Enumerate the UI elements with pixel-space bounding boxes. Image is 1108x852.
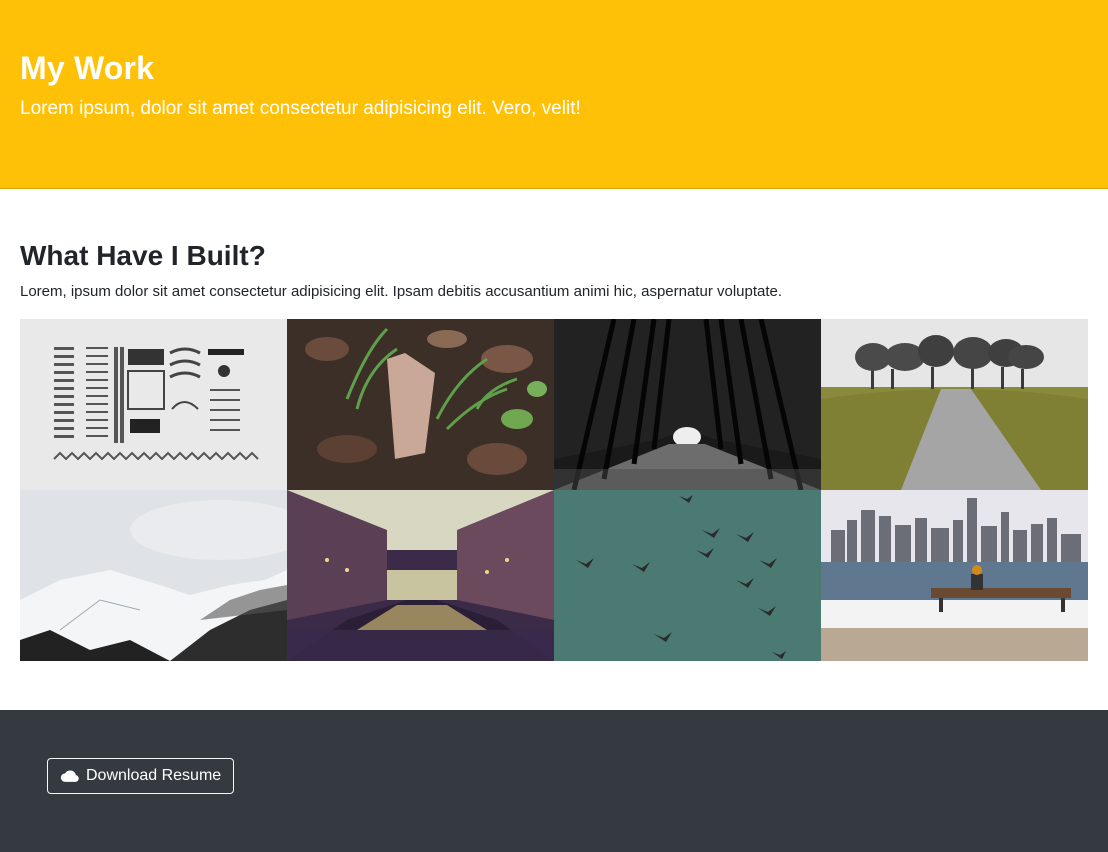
download-resume-label: Download Resume: [86, 767, 222, 784]
gallery-image-birds[interactable]: [554, 490, 821, 661]
hero-subtitle: Lorem ipsum, dolor sit amet consectetur …: [20, 98, 581, 119]
gallery-image-leaves-grass[interactable]: [287, 319, 554, 490]
portfolio-gallery: [20, 319, 1088, 661]
gallery-image-tree-tunnel[interactable]: [554, 319, 821, 490]
gallery-image-typewriter-parts[interactable]: [20, 319, 287, 490]
hero-banner: My Work Lorem ipsum, dolor sit amet cons…: [0, 0, 1108, 189]
page-title: My Work: [20, 50, 155, 86]
section-title: What Have I Built?: [20, 240, 266, 271]
gallery-image-path-trees[interactable]: [821, 319, 1088, 490]
cloud-icon: [60, 770, 79, 782]
gallery-image-snowy-mountains[interactable]: [20, 490, 287, 661]
gallery-image-city-bench[interactable]: [821, 490, 1088, 661]
download-resume-button[interactable]: Download Resume: [47, 758, 235, 794]
section-description: Lorem, ipsum dolor sit amet consectetur …: [20, 283, 783, 300]
gallery-image-canal-city[interactable]: [287, 490, 554, 661]
footer: Download Resume: [0, 710, 1108, 852]
